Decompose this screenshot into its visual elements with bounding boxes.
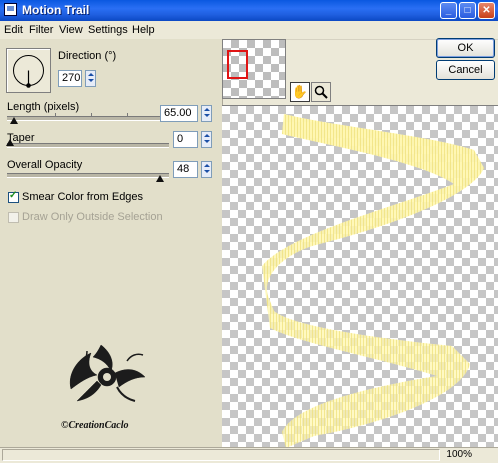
smear-checkbox[interactable]: ✓	[8, 190, 19, 203]
menu-bar: Edit Filter View Settings Help	[0, 21, 498, 40]
menu-settings[interactable]: Settings	[88, 24, 128, 36]
opacity-input[interactable]: 48	[173, 161, 198, 178]
motion-trail-preview	[262, 114, 484, 448]
zoom-level: 100%	[446, 449, 472, 460]
opacity-slider-thumb[interactable]	[156, 175, 164, 182]
cancel-button[interactable]: Cancel	[436, 60, 495, 80]
menu-filter[interactable]: Filter	[29, 24, 53, 36]
preview-canvas[interactable]	[222, 105, 498, 448]
length-input[interactable]: 65.00	[160, 105, 198, 122]
magnifier-icon[interactable]	[311, 82, 331, 102]
slider-tick	[55, 113, 56, 116]
watermark-text: ©CreationCaclo	[61, 420, 129, 431]
length-label: Length (pixels)	[7, 101, 80, 113]
ok-button[interactable]: OK	[436, 38, 495, 58]
taper-slider-track[interactable]	[7, 143, 169, 148]
opacity-label: Overall Opacity	[7, 159, 83, 171]
draw-outside-checkbox[interactable]	[8, 212, 19, 223]
status-cell	[2, 449, 440, 461]
length-spinner[interactable]	[201, 105, 212, 122]
watermark-logo	[69, 344, 146, 402]
direction-dial-icon	[13, 55, 44, 88]
length-slider-track[interactable]	[7, 116, 162, 121]
menu-edit[interactable]: Edit	[4, 24, 23, 36]
direction-label: Direction (°)	[58, 50, 117, 62]
menu-view[interactable]: View	[59, 24, 83, 36]
direction-input[interactable]: 270	[58, 70, 82, 87]
navigator-thumbnail[interactable]	[222, 39, 286, 99]
length-slider-thumb[interactable]	[10, 117, 18, 124]
checkmark-icon: ✓	[9, 190, 18, 201]
app-icon	[4, 3, 17, 16]
minimize-button[interactable]: _	[440, 2, 457, 19]
title-bar: Motion Trail _ □ ✕	[0, 0, 498, 21]
taper-input[interactable]: 0	[173, 131, 198, 148]
smear-label: Smear Color from Edges	[22, 191, 144, 203]
status-bar: 100%	[0, 447, 498, 463]
direction-spinner[interactable]	[85, 70, 96, 87]
slider-tick	[91, 113, 92, 116]
pan-hand-icon[interactable]: ✋	[290, 82, 310, 102]
window-title: Motion Trail	[22, 3, 90, 17]
opacity-spinner[interactable]	[201, 161, 212, 178]
maximize-button[interactable]: □	[459, 2, 476, 19]
opacity-slider-track[interactable]	[7, 173, 169, 178]
taper-spinner[interactable]	[201, 131, 212, 148]
navigator-viewport-frame[interactable]	[227, 50, 248, 79]
taper-slider-thumb[interactable]	[6, 139, 14, 146]
menu-help[interactable]: Help	[132, 24, 155, 36]
settings-panel: Direction (°) 270 Length (pixels) 65.00 …	[0, 39, 223, 447]
draw-outside-label: Draw Only Outside Selection	[22, 211, 163, 223]
close-button[interactable]: ✕	[478, 2, 495, 19]
slider-tick	[127, 113, 128, 116]
direction-dial[interactable]	[6, 48, 51, 93]
